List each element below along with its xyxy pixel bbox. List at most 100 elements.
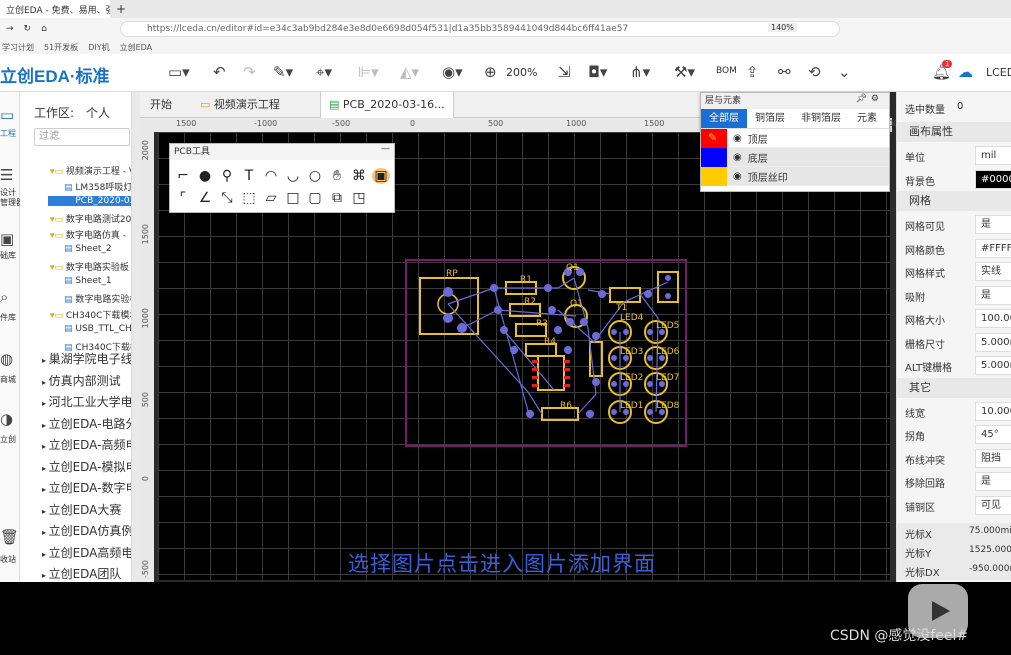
property-value[interactable]: 10.000m (975, 401, 1011, 421)
group-icon[interactable]: ⧉ (328, 190, 346, 206)
tree-item[interactable]: ▤ USB_TTL_CH (64, 324, 131, 334)
nav-component-lib[interactable]: 件库 (0, 312, 20, 323)
section-header[interactable]: 网格 (897, 191, 1011, 211)
bookmark[interactable]: 学习计划 (2, 42, 34, 53)
folder-icon[interactable]: ▭▾ (168, 63, 190, 81)
project-item[interactable]: ▸ 巢湖学院电子线路 (42, 350, 131, 367)
pin-icon[interactable]: 📌︎ (856, 94, 867, 104)
property-value[interactable]: mil (975, 146, 1011, 165)
filter-input[interactable]: 过滤 (34, 128, 130, 146)
tree-item[interactable]: ▾▭ 数字电路测试20 (50, 212, 131, 225)
tab-pcb[interactable]: ▤ PCB_2020-03-16... (320, 92, 454, 118)
tree-item[interactable]: ▤ LM358呼吸灯 (64, 180, 131, 193)
nav-design-manager[interactable]: 设计 管理器 (0, 188, 24, 208)
chevron-down-icon[interactable]: ⌄ (838, 63, 851, 81)
project-item[interactable]: ▸ 立创EDA团队 (42, 565, 121, 582)
layer-color-swatch[interactable] (701, 166, 727, 186)
tab-non-copper-layers[interactable]: 非铜箔层 (793, 109, 849, 128)
section-header[interactable]: 其它 (897, 377, 1011, 398)
layer-row-top-silk[interactable]: ◉ 顶层丝印 (701, 166, 889, 186)
share-icon[interactable]: ⚯ (778, 63, 791, 81)
project-item[interactable]: ▸ 河北工业大学电子 (42, 393, 131, 410)
bookmark[interactable]: 51开发板 (44, 42, 78, 53)
property-value[interactable]: #FFFFFF (975, 238, 1011, 258)
component-icon[interactable]: ▣ (0, 230, 14, 248)
nav-lc[interactable]: 立创 (0, 434, 20, 445)
canvas-origin-icon[interactable]: ◳ (350, 190, 368, 206)
track-icon[interactable]: ⌐ (174, 168, 192, 184)
tree-item[interactable]: ▤ Sheet_1 (64, 276, 112, 286)
cloud-icon[interactable]: ☁ (958, 63, 973, 81)
arc-icon[interactable]: ◠ (262, 168, 280, 184)
rect-icon[interactable]: □ (284, 190, 302, 206)
tree-item[interactable]: ▾▭ 数字电路实验板 (50, 260, 129, 273)
trash-icon[interactable]: 🗑︎ (0, 528, 19, 546)
via-icon[interactable]: ⚲ (218, 168, 236, 184)
history-icon[interactable]: ⟲ (808, 63, 821, 81)
tab-objects[interactable]: 元素 (849, 109, 885, 128)
project-item[interactable]: ▸ 立创EDA-模拟电 (42, 458, 131, 475)
forward-icon[interactable]: → (6, 24, 14, 34)
text-icon[interactable]: T (240, 168, 258, 184)
project-item[interactable]: ▸ 仿真内部测试 (42, 372, 121, 389)
layer-row-bottom[interactable]: ◉ 底层 (701, 147, 889, 167)
lc-icon[interactable]: ◑ (0, 410, 13, 428)
minimize-icon[interactable]: — (381, 144, 390, 154)
pin-icon[interactable]: ⌖▾ (316, 63, 332, 81)
search-icon[interactable]: ⌕ (0, 288, 8, 306)
section-header[interactable]: 画布属性 (897, 122, 1011, 142)
pad-icon[interactable]: ● (196, 168, 214, 184)
layer-row-top[interactable]: ✎ ◉ 顶层 (701, 128, 889, 148)
image-icon[interactable]: ▣ (372, 168, 390, 184)
camera-icon[interactable]: ◘▾ (588, 63, 607, 81)
tab-copper-layers[interactable]: 铜箔层 (747, 109, 793, 128)
hand-icon[interactable]: ✋︎ (328, 168, 346, 184)
bookmark[interactable]: DIY机 (88, 42, 109, 53)
property-value[interactable]: 是 (975, 215, 1011, 234)
dimension-icon[interactable]: ⌘ (350, 168, 368, 184)
project-item[interactable]: ▸ 立创EDA-数字电 (42, 479, 131, 496)
tab-start[interactable]: 开始 (142, 92, 180, 118)
property-value[interactable]: 是 (975, 472, 1011, 491)
export-icon[interactable]: ⇪ (746, 63, 759, 81)
home-icon[interactable]: ⌂ (41, 24, 47, 34)
share-nodes-icon[interactable]: ⋔▾ (630, 63, 650, 81)
nav-trash[interactable]: 收站 (0, 554, 20, 565)
layer-color-swatch[interactable]: ✎ (701, 128, 727, 148)
property-value[interactable]: 是 (975, 285, 1011, 305)
square-icon[interactable]: ▢ (306, 190, 324, 206)
polygon-icon[interactable]: ▱ (262, 190, 280, 206)
property-value[interactable]: 实线 (975, 262, 1011, 281)
property-value[interactable]: 5.000mi (975, 332, 1011, 352)
workspace-select[interactable]: 个人 (86, 104, 110, 121)
zoom-badge[interactable]: 140% (768, 23, 797, 32)
folder-icon[interactable]: ▭ (0, 106, 14, 124)
nav-project[interactable]: 工程 (0, 128, 20, 139)
property-value[interactable]: 45° (975, 425, 1011, 444)
tree-item[interactable]: ▤ Sheet_2 (64, 244, 112, 254)
tree-item[interactable]: ▾▭ CH340C下载模块 (50, 308, 131, 321)
nav-basic-lib[interactable]: 础库 (0, 250, 20, 261)
flip-icon[interactable]: ◭▾ (400, 63, 419, 81)
undo-icon[interactable]: ↶ (213, 63, 226, 81)
property-value[interactable]: 可见 (975, 495, 1011, 515)
eye-icon[interactable]: ◉ (733, 152, 742, 163)
pen-icon[interactable]: ✎▾ (273, 63, 293, 81)
arc2-icon[interactable]: ◡ (284, 168, 302, 184)
zoom-in-icon[interactable]: ⊕ (484, 63, 497, 81)
circle-icon[interactable]: ○ (306, 168, 324, 184)
url-field[interactable]: https://lceda.cn/editor#id=e34c3ab9bd284… (120, 21, 840, 37)
tree-item[interactable]: ▾▭ 视频演示工程 - V (50, 164, 131, 177)
panel-splitter[interactable] (132, 92, 140, 582)
tools-icon[interactable]: ⚒▾ (674, 63, 695, 81)
bookmark[interactable]: 立创EDA (120, 42, 153, 53)
project-item[interactable]: ▸ 立创EDA大赛 (42, 501, 121, 518)
browser-tab[interactable]: 立创EDA - 免费、易用、强大的 (0, 0, 110, 18)
property-value[interactable]: 阻挡 (975, 448, 1011, 468)
project-item[interactable]: ▸ 立创EDA高频电路 (42, 544, 131, 561)
layer-color-swatch[interactable] (701, 147, 727, 167)
connect-icon[interactable]: ⤡ (218, 190, 236, 206)
angle-icon[interactable]: ∠ (196, 190, 214, 206)
project-item[interactable]: ▸ 立创EDA仿真例程 (42, 522, 131, 539)
bom-button[interactable]: BOM (716, 66, 737, 76)
